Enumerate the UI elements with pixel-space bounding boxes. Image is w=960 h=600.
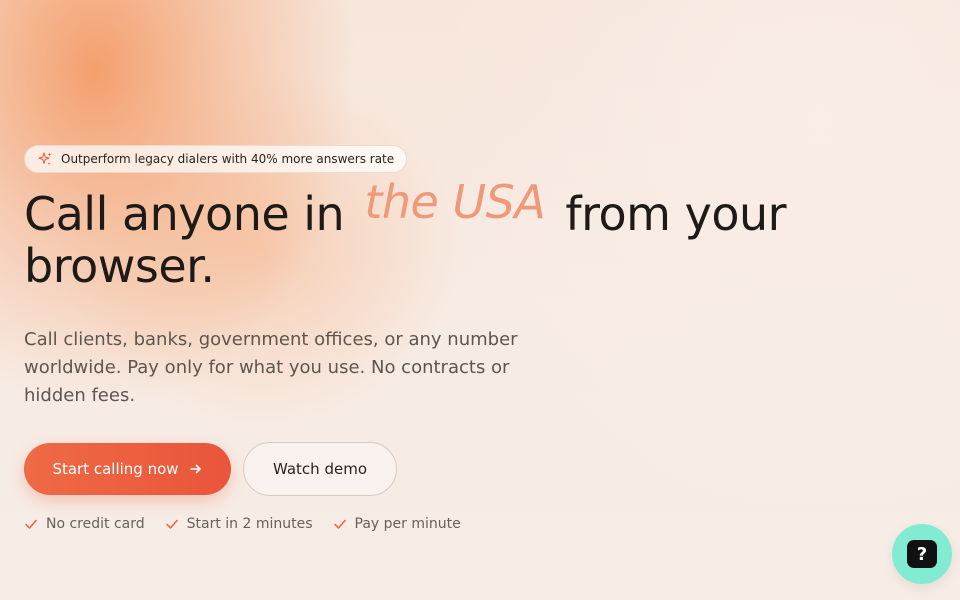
hero-title: Call anyone in the USA from your browser… xyxy=(24,176,924,292)
watch-demo-label: Watch demo xyxy=(272,460,367,478)
perk-item: Start in 2 minutes xyxy=(165,516,313,532)
check-icon xyxy=(25,519,37,529)
perk-item: No credit card xyxy=(24,516,145,532)
perk-item: Pay per minute xyxy=(333,516,461,532)
perk-label: Start in 2 minutes xyxy=(186,516,313,532)
hero-subtitle: Call clients, banks, government offices,… xyxy=(24,329,518,406)
announcement-badge: Outperform legacy dialers with 40% more … xyxy=(24,145,408,173)
question-mark-icon: ? xyxy=(907,540,937,568)
hero-title-accent: the USA xyxy=(364,175,546,229)
perk-label: Pay per minute xyxy=(354,516,461,532)
check-icon xyxy=(333,519,346,529)
watch-demo-button[interactable]: Watch demo xyxy=(243,442,397,496)
perks-list: No credit card Start in 2 minutes Pay pe… xyxy=(24,516,461,532)
sparkle-icon xyxy=(38,152,52,166)
arrow-right-icon xyxy=(189,464,201,474)
perk-label: No credit card xyxy=(46,516,145,532)
start-calling-label: Start calling now xyxy=(52,460,179,478)
help-chat-button[interactable]: ? xyxy=(892,524,952,584)
hero-title-part1: Call anyone in xyxy=(24,187,345,241)
check-icon xyxy=(165,519,178,529)
start-calling-button[interactable]: Start calling now xyxy=(24,443,231,495)
hero-background xyxy=(0,0,960,600)
badge-text: Outperform legacy dialers with 40% more … xyxy=(61,152,395,166)
